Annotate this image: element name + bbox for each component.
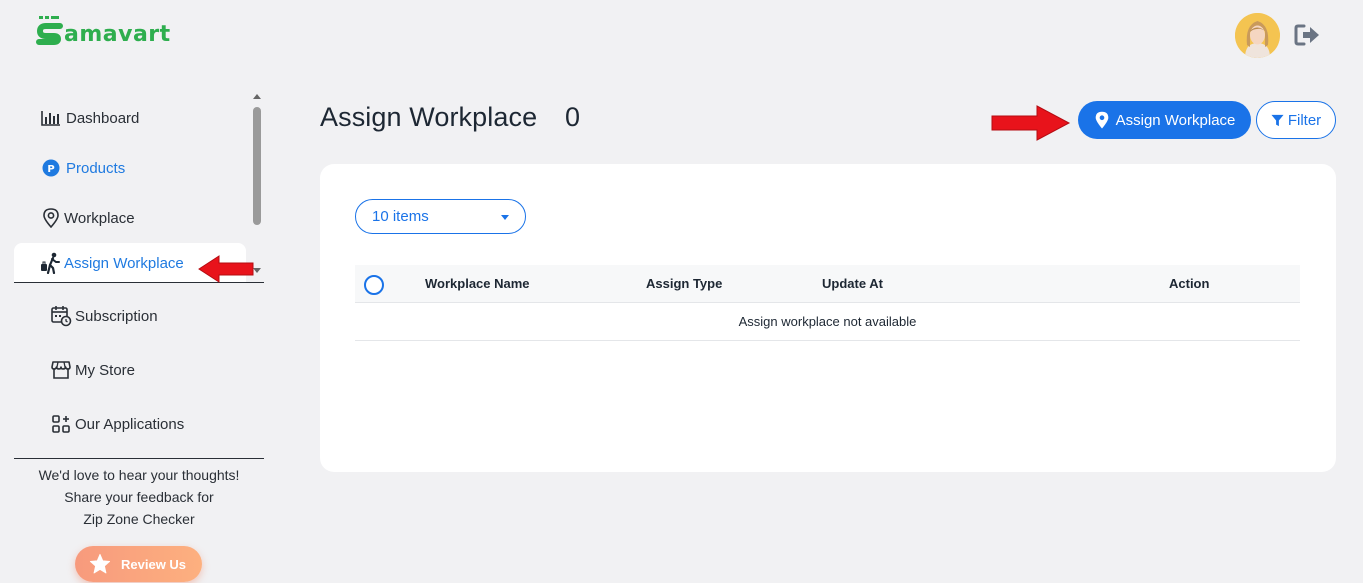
bar-chart-icon bbox=[40, 107, 62, 129]
sidebar-item-label: Workplace bbox=[64, 209, 135, 227]
table-empty-message: Assign workplace not available bbox=[355, 303, 1300, 341]
calendar-clock-icon bbox=[50, 305, 72, 327]
apps-grid-icon bbox=[50, 413, 72, 435]
page-size-value: 10 items bbox=[372, 208, 429, 225]
sidebar: Dashboard P Products Workplace Assign Wo… bbox=[0, 88, 270, 583]
sidebar-item-my-store[interactable]: My Store bbox=[50, 355, 135, 385]
page-count: 0 bbox=[565, 102, 581, 132]
page-title: Assign Workplace bbox=[320, 102, 538, 132]
svg-text:P: P bbox=[47, 164, 54, 175]
red-arrow-right-icon bbox=[991, 105, 1071, 141]
location-pin-icon bbox=[40, 207, 62, 229]
sidebar-nav-scroll: Dashboard P Products Workplace Assign Wo… bbox=[14, 88, 264, 282]
column-header-update-at[interactable]: Update At bbox=[822, 265, 883, 303]
user-avatar[interactable] bbox=[1235, 13, 1280, 58]
sidebar-item-subscription[interactable]: Subscription bbox=[50, 301, 158, 331]
select-all-checkbox[interactable] bbox=[364, 275, 384, 295]
assign-workplace-card: 10 items Workplace Name Assign Type Upda… bbox=[320, 164, 1336, 472]
sidebar-item-label: Our Applications bbox=[75, 415, 185, 433]
review-us-label: Review Us bbox=[121, 556, 187, 572]
sidebar-item-label: Assign Workplace bbox=[64, 254, 184, 272]
sidebar-item-dashboard[interactable]: Dashboard bbox=[14, 98, 246, 138]
assign-workplace-button[interactable]: Assign Workplace bbox=[1078, 101, 1251, 139]
feedback-line: We'd love to hear your thoughts! bbox=[38, 467, 240, 483]
sidebar-item-label: Subscription bbox=[75, 307, 158, 325]
brand-logo[interactable]: amavart bbox=[36, 14, 171, 50]
sidebar-item-label: My Store bbox=[75, 361, 136, 379]
filter-button[interactable]: Filter bbox=[1256, 101, 1336, 139]
logo-s-icon bbox=[36, 16, 63, 45]
feedback-line: Zip Zone Checker bbox=[83, 511, 195, 527]
star-icon bbox=[89, 553, 111, 574]
sidebar-scrollbar[interactable] bbox=[250, 90, 264, 276]
walking-luggage-icon bbox=[40, 252, 62, 274]
sidebar-divider bbox=[14, 458, 264, 459]
sidebar-item-label: Dashboard bbox=[66, 109, 140, 127]
brand-name: amavart bbox=[64, 22, 171, 47]
review-us-button[interactable]: Review Us bbox=[75, 546, 202, 582]
filter-label: Filter bbox=[1287, 111, 1322, 129]
logout-icon[interactable] bbox=[1294, 23, 1322, 47]
store-icon bbox=[50, 359, 72, 381]
location-pin-icon bbox=[1095, 111, 1108, 129]
product-p-icon: P bbox=[40, 157, 62, 179]
sidebar-item-workplace[interactable]: Workplace bbox=[14, 198, 246, 238]
page-size-select[interactable]: 10 items bbox=[355, 199, 526, 234]
funnel-icon bbox=[1271, 114, 1284, 126]
red-arrow-left-icon bbox=[198, 255, 254, 283]
sidebar-item-our-applications[interactable]: Our Applications bbox=[50, 409, 184, 439]
column-header-workplace-name[interactable]: Workplace Name bbox=[425, 265, 530, 303]
column-header-assign-type[interactable]: Assign Type bbox=[646, 265, 722, 303]
feedback-line: Share your feedback for bbox=[64, 489, 214, 505]
scroll-up-arrow-icon[interactable] bbox=[253, 94, 261, 99]
scrollbar-thumb[interactable] bbox=[253, 107, 261, 225]
assign-workplace-label: Assign Workplace bbox=[1115, 111, 1236, 129]
avatar-image bbox=[1235, 13, 1280, 58]
sidebar-item-label: Products bbox=[66, 159, 126, 177]
sidebar-item-products[interactable]: P Products bbox=[14, 148, 246, 188]
caret-down-icon bbox=[501, 215, 509, 220]
table-header: Workplace Name Assign Type Update At Act… bbox=[355, 265, 1300, 303]
feedback-text: We'd love to hear your thoughts! Share y… bbox=[14, 464, 264, 530]
column-header-action: Action bbox=[1169, 276, 1210, 291]
